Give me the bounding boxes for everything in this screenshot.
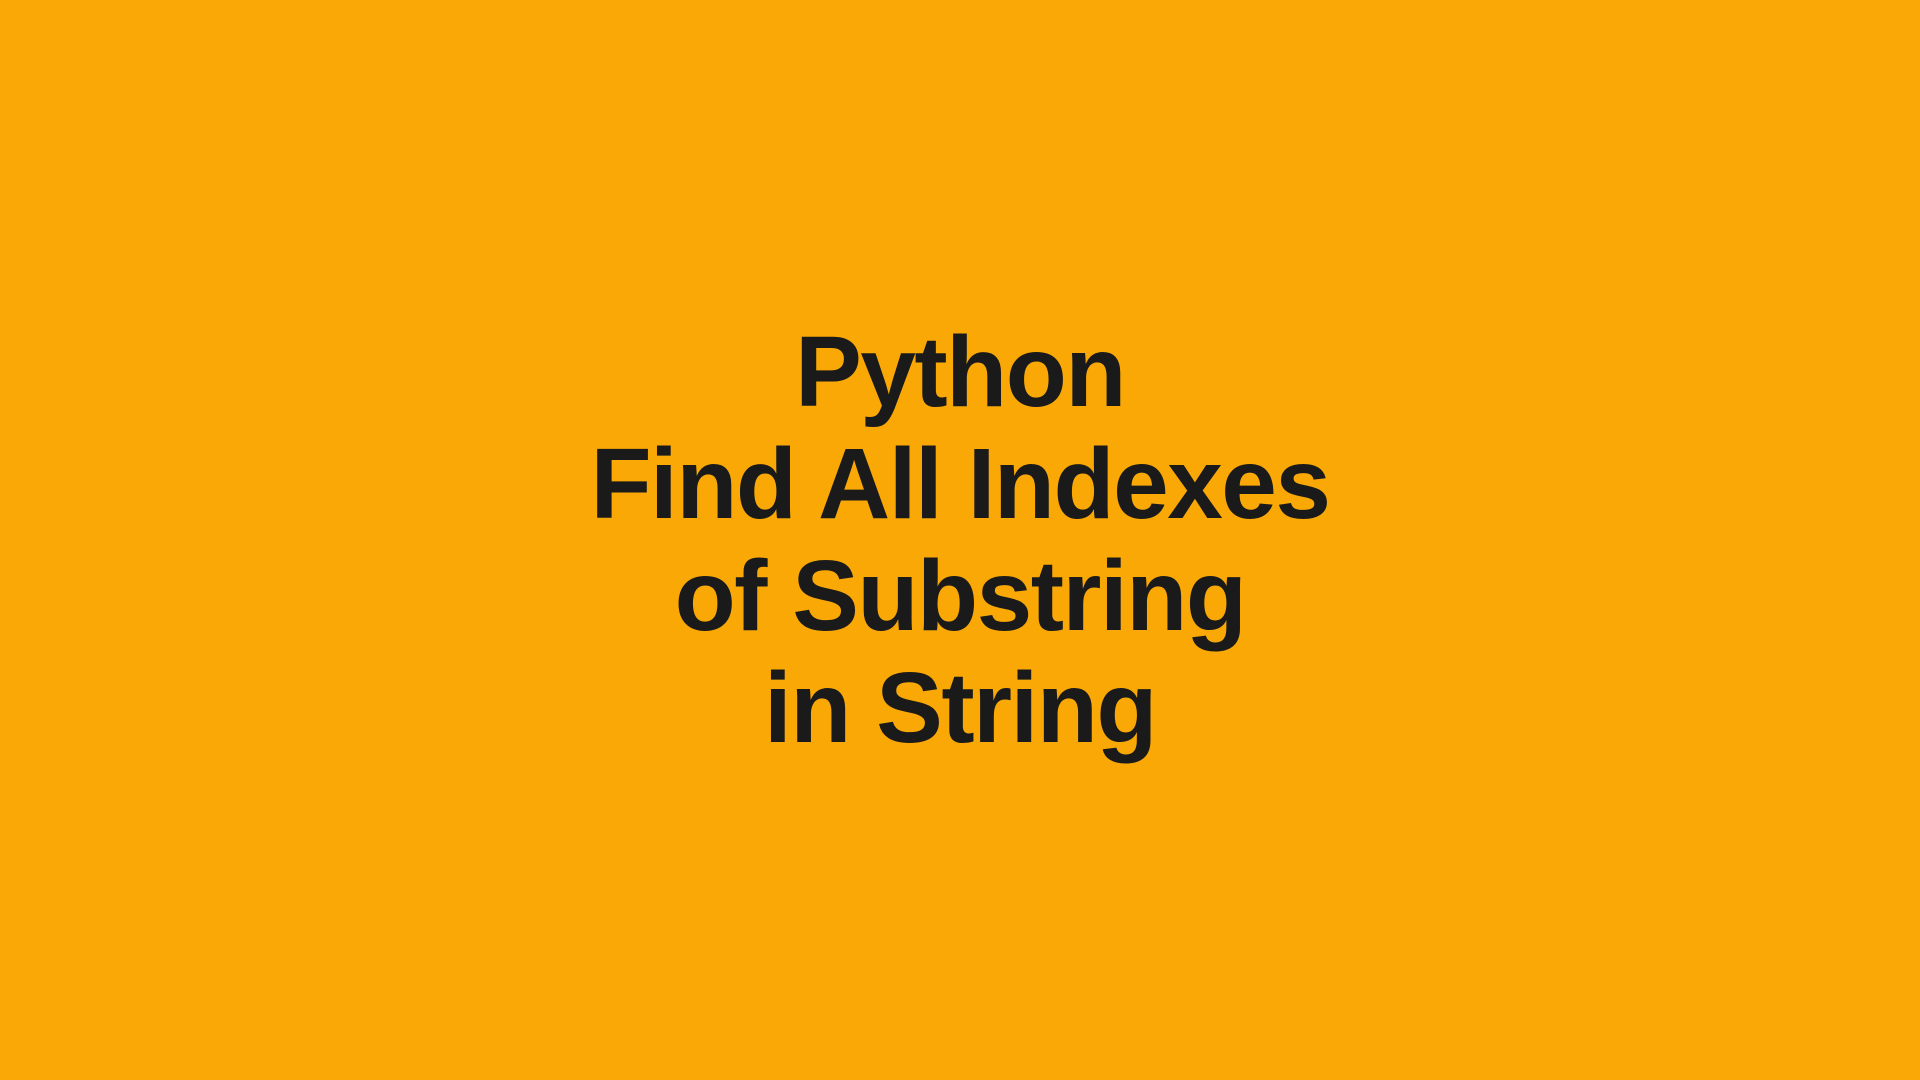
title-line-4: in String: [590, 652, 1329, 764]
title-line-1: Python: [590, 316, 1329, 428]
title-container: Python Find All Indexes of Substring in …: [590, 316, 1329, 764]
title-line-3: of Substring: [590, 540, 1329, 652]
title-line-2: Find All Indexes: [590, 428, 1329, 540]
